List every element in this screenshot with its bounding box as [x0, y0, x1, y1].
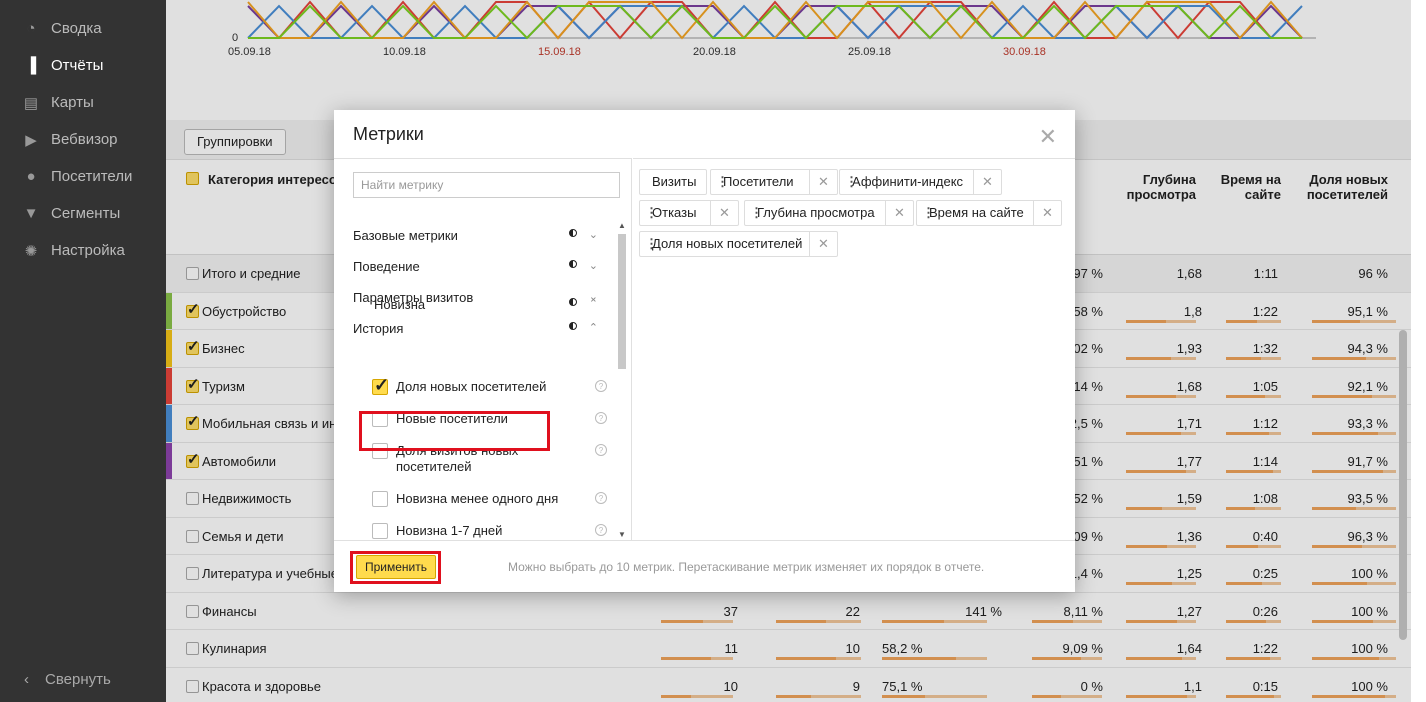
- user-icon: ●: [26, 168, 36, 185]
- metric-checkbox[interactable]: [372, 491, 388, 507]
- tree-scrollbar[interactable]: ▲ ▼: [618, 221, 626, 541]
- metric-group-label: История: [353, 321, 404, 336]
- metric-group[interactable]: Базовые метрики ⌄: [353, 228, 603, 243]
- help-icon[interactable]: ?: [595, 492, 607, 504]
- remove-icon[interactable]: ✕: [809, 170, 837, 194]
- metric-group-label: Поведение: [353, 259, 420, 274]
- sidebar-item[interactable]: ◔ Сводка: [0, 10, 166, 47]
- drag-handle-icon[interactable]: ⋮: [845, 170, 858, 194]
- metric-group-label: Базовые метрики: [353, 228, 458, 243]
- dashboard-icon: ◔: [26, 20, 36, 37]
- metric-option-label: Новизна 1-7 дней: [396, 523, 503, 538]
- map-icon: ▤: [23, 94, 39, 112]
- sidebar-item-label: Настройка: [51, 242, 125, 259]
- metric-option-label: Доля новых посетителей: [396, 379, 547, 394]
- partial-selection-icon: [569, 298, 577, 306]
- modal-footer: Применить Можно выбрать до 10 метрик. Пе…: [334, 540, 1075, 592]
- partial-selection-icon: [569, 322, 577, 330]
- sidebar-item[interactable]: ● Посетители: [0, 158, 166, 195]
- chevron-down-icon: ⌄: [588, 229, 598, 241]
- drag-handle-icon[interactable]: ⋮: [750, 201, 763, 225]
- close-icon[interactable]: ✕: [1039, 124, 1057, 150]
- scroll-up-icon[interactable]: ▲: [618, 221, 626, 230]
- subgroup-novelty[interactable]: Новизна ⌃: [374, 297, 603, 312]
- metric-option-label: Новизна менее одного дня: [396, 491, 559, 506]
- selected-metric-chip[interactable]: ⋮ Аффинити-индекс ✕: [839, 169, 1002, 195]
- metrics-tree: Найти метрику Базовые метрики ⌄ Поведение ⌄…: [334, 158, 632, 540]
- partial-selection-icon: [569, 229, 577, 237]
- selected-metrics: Визиты ⋮ Посетители ✕ ⋮ Аффинити-индекс ✕ ⋮ Отка…: [633, 158, 1075, 540]
- help-icon[interactable]: ?: [595, 380, 607, 392]
- chip-label: Доля новых посетителей: [652, 236, 803, 251]
- selected-metric-chip[interactable]: ⋮ Посетители ✕: [710, 169, 838, 195]
- selected-metric-chip[interactable]: ⋮ Время на сайте ✕: [916, 200, 1062, 226]
- sidebar-item-label: Посетители: [51, 168, 133, 185]
- sidebar-item-label: Вебвизор: [51, 131, 118, 148]
- help-icon[interactable]: ?: [595, 444, 607, 456]
- remove-icon[interactable]: ✕: [1033, 201, 1061, 225]
- metric-group[interactable]: История ⌃: [353, 321, 603, 336]
- metric-checkbox[interactable]: [372, 375, 389, 396]
- chevron-up-icon: ⌃: [588, 298, 598, 310]
- modal-title: Метрики: [353, 124, 424, 144]
- selected-metric-chip[interactable]: ⋮ Доля новых посетителей ✕: [639, 231, 838, 257]
- chip-label: Посетители: [723, 174, 794, 189]
- chip-label: Глубина просмотра: [757, 205, 875, 220]
- metric-group[interactable]: Поведение ⌄: [353, 259, 603, 274]
- help-icon[interactable]: ?: [595, 524, 607, 536]
- remove-icon[interactable]: ✕: [885, 201, 913, 225]
- selected-metric-chip[interactable]: ⋮ Глубина просмотра ✕: [744, 200, 914, 226]
- scroll-thumb[interactable]: [618, 234, 626, 369]
- remove-icon[interactable]: ✕: [710, 201, 738, 225]
- selected-metric-chip[interactable]: Визиты: [639, 169, 707, 195]
- scroll-down-icon[interactable]: ▼: [618, 530, 626, 539]
- sidebar-item[interactable]: ▤ Карты: [0, 84, 166, 121]
- sidebar-item-label: Сегменты: [51, 205, 121, 222]
- chevron-up-icon: ⌃: [588, 322, 598, 334]
- sidebar-item[interactable]: ▶ Вебвизор: [0, 121, 166, 158]
- drag-handle-icon[interactable]: ⋮: [716, 170, 729, 194]
- drag-handle-icon[interactable]: ⋮: [922, 201, 935, 225]
- subgroup-label: Новизна: [374, 297, 426, 312]
- sidebar-item-label: Отчёты: [51, 57, 104, 74]
- sidebar-nav: ◔ Сводка ▐ Отчёты ▤ Карты ▶ Вебвизор ● Посетители…: [0, 0, 166, 269]
- sidebar: ◔ Сводка ▐ Отчёты ▤ Карты ▶ Вебвизор ● Посетители…: [0, 0, 166, 702]
- sidebar-item-label: Карты: [51, 94, 94, 111]
- partial-selection-icon: [569, 260, 577, 268]
- chip-label: Время на сайте: [929, 205, 1024, 220]
- remove-icon[interactable]: ✕: [973, 170, 1001, 194]
- hint-text: Можно выбрать до 10 метрик. Перетаскиван…: [508, 560, 985, 574]
- sidebar-item[interactable]: ✺ Настройка: [0, 232, 166, 269]
- metric-checkbox[interactable]: [372, 523, 388, 539]
- chip-label: Визиты: [652, 174, 697, 189]
- sidebar-item-label: Сводка: [51, 20, 102, 37]
- bar-chart-icon: ▐: [25, 57, 37, 74]
- chevron-down-icon: ⌄: [588, 260, 598, 272]
- selected-metric-chip[interactable]: ⋮ Отказы ✕: [639, 200, 739, 226]
- collapse-button[interactable]: ‹ Свернуть: [0, 664, 166, 694]
- drag-handle-icon[interactable]: ⋮: [645, 232, 658, 256]
- metric-search-input[interactable]: Найти метрику: [353, 172, 620, 198]
- highlight-box: [350, 551, 441, 584]
- drag-handle-icon[interactable]: ⋮: [645, 201, 658, 225]
- chip-label: Аффинити-индекс: [852, 174, 964, 189]
- sidebar-item[interactable]: ▐ Отчёты: [0, 47, 166, 84]
- sidebar-item[interactable]: ▼ Сегменты: [0, 195, 166, 232]
- gear-icon: ✺: [24, 242, 38, 260]
- chevron-left-icon: ‹: [24, 670, 29, 688]
- metrics-modal: Метрики ✕ Найти метрику Базовые метрики ⌄…: [334, 110, 1075, 592]
- play-icon: ▶: [25, 131, 37, 149]
- chip-label: Отказы: [652, 205, 697, 220]
- collapse-label: Свернуть: [45, 670, 111, 688]
- filter-icon: ▼: [23, 205, 39, 222]
- remove-icon[interactable]: ✕: [809, 232, 837, 256]
- help-icon[interactable]: ?: [595, 412, 607, 424]
- highlight-box: [359, 411, 550, 451]
